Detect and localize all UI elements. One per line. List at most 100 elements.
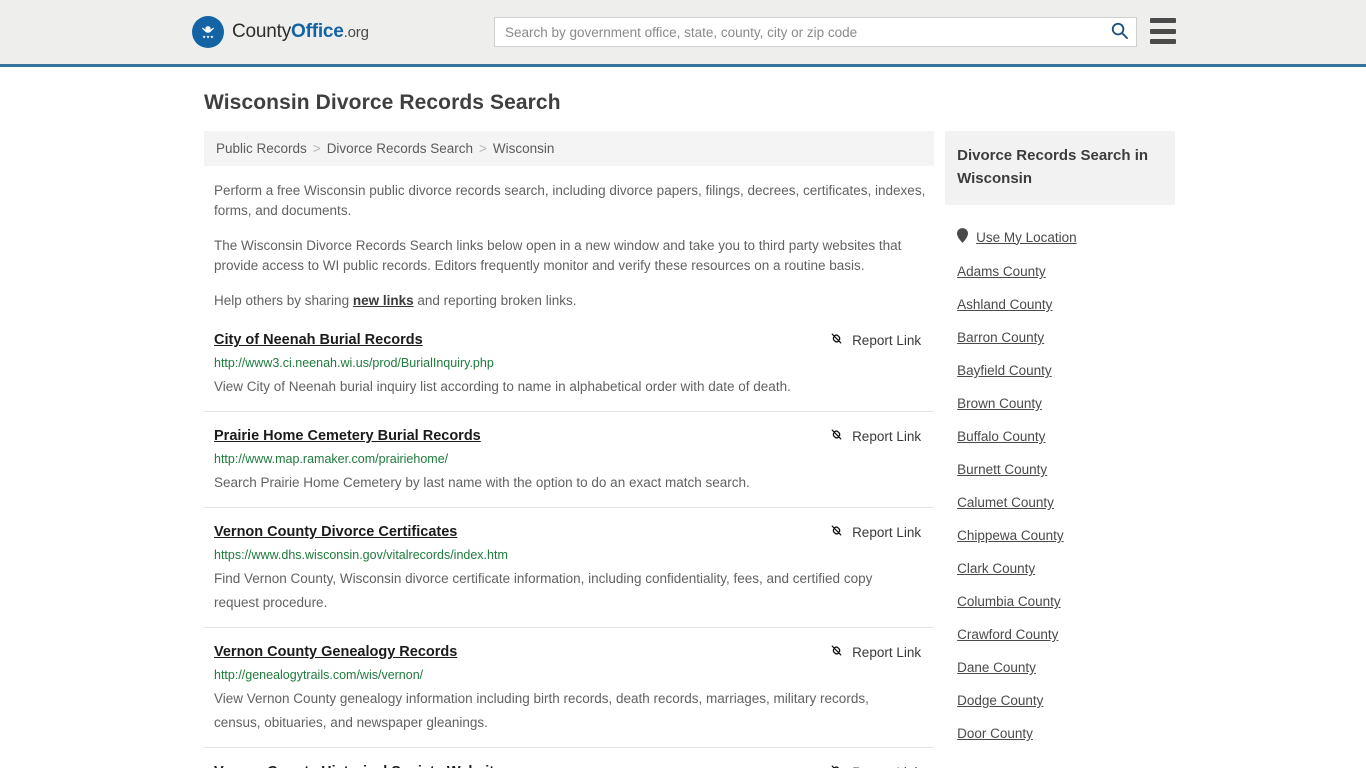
breadcrumb-item-public-records[interactable]: Public Records [216, 141, 307, 156]
sidebar-item-county[interactable]: Brown County [945, 387, 1175, 420]
sidebar-item-county[interactable]: Dodge County [945, 684, 1175, 717]
result-url[interactable]: http://www3.ci.neenah.wi.us/prod/BurialI… [214, 355, 934, 372]
county-link[interactable]: Buffalo County [957, 429, 1045, 444]
use-my-location-link[interactable]: Use My Location [976, 230, 1077, 245]
intro-text: Perform a free Wisconsin public divorce … [204, 181, 934, 311]
result-item: Vernon County Historical Society Website [204, 748, 934, 768]
sidebar-item-county[interactable]: Clark County [945, 552, 1175, 585]
county-link[interactable]: Door County [957, 726, 1033, 741]
result-title-link[interactable]: City of Neenah Burial Records [214, 330, 423, 350]
county-link[interactable]: Dodge County [957, 693, 1043, 708]
result-description: Find Vernon County, Wisconsin divorce ce… [214, 571, 873, 610]
intro-paragraph-1: Perform a free Wisconsin public divorce … [214, 183, 926, 218]
report-link-button[interactable]: Report Link [829, 523, 921, 541]
county-link[interactable]: Clark County [957, 561, 1035, 576]
new-links-link[interactable]: new links [353, 293, 414, 308]
result-description: View City of Neenah burial inquiry list … [214, 379, 791, 394]
result-url[interactable]: http://genealogytrails.com/wis/vernon/ [214, 667, 934, 684]
report-link-button[interactable]: Report Link [829, 331, 921, 349]
result-url[interactable]: http://www.map.ramaker.com/prairiehome/ [214, 451, 934, 468]
report-link-button[interactable]: Report Link [829, 427, 921, 445]
brand-office: Office [291, 21, 344, 42]
result-header: Vernon County Historical Society Website [214, 762, 934, 768]
hamburger-menu-button[interactable] [1150, 18, 1176, 44]
sidebar-item-use-my-location[interactable]: Use My Location [945, 219, 1175, 255]
brand-org: .org [343, 24, 369, 41]
result-header: Vernon County Divorce Certificates Repor… [214, 522, 934, 542]
sidebar-item-county[interactable]: Columbia County [945, 585, 1175, 618]
county-link[interactable]: Brown County [957, 396, 1042, 411]
report-link-label: Report Link [852, 524, 922, 540]
sidebar-item-county[interactable]: Adams County [945, 255, 1175, 288]
sidebar-item-county[interactable]: Bayfield County [945, 354, 1175, 387]
result-item: Vernon County Divorce Certificates Repor… [204, 508, 935, 628]
broken-link-icon [829, 427, 844, 445]
result-url[interactable]: https://www.dhs.wisconsin.gov/vitalrecor… [214, 547, 934, 564]
page-title: Wisconsin Divorce Records Search [204, 91, 561, 114]
hamburger-menu-icon-bar [1150, 28, 1176, 34]
sidebar-item-county[interactable]: Chippewa County [945, 519, 1175, 552]
county-link[interactable]: Barron County [957, 330, 1044, 345]
search-button[interactable] [1102, 18, 1136, 46]
sidebar-item-county[interactable]: Buffalo County [945, 420, 1175, 453]
report-link-label: Report Link [852, 428, 922, 444]
sidebar: Divorce Records Search in Wisconsin Use … [945, 131, 1175, 768]
broken-link-icon [829, 523, 844, 541]
site-logo[interactable]: CountyOffice.org [192, 16, 369, 48]
search-icon [1110, 21, 1129, 43]
main-content: Public Records > Divorce Records Search … [204, 131, 935, 768]
county-link[interactable]: Bayfield County [957, 363, 1052, 378]
broken-link-icon [829, 763, 844, 768]
result-description: View Vernon County genealogy information… [214, 691, 869, 730]
hamburger-menu-icon-bar [1150, 18, 1176, 23]
sidebar-item-county[interactable]: Dane County [945, 651, 1175, 684]
broken-link-icon [829, 331, 844, 349]
breadcrumb-separator: > [479, 141, 487, 156]
county-link[interactable]: Dane County [957, 660, 1036, 675]
sidebar-heading: Divorce Records Search in Wisconsin [945, 131, 1175, 205]
county-link[interactable]: Calumet County [957, 495, 1054, 510]
hamburger-menu-icon-bar [1150, 39, 1176, 44]
breadcrumb: Public Records > Divorce Records Search … [204, 131, 935, 166]
report-link-button[interactable]: Report Link [829, 643, 921, 661]
breadcrumb-item-divorce-records-search[interactable]: Divorce Records Search [327, 141, 473, 156]
report-link-label: Report Link [852, 765, 921, 768]
result-description: Search Prairie Home Cemetery by last nam… [214, 475, 750, 490]
intro-p3-before: Help others by sharing [214, 293, 353, 308]
sidebar-item-county[interactable]: Door County [945, 717, 1175, 750]
sidebar-item-county[interactable]: Burnett County [945, 453, 1175, 486]
county-link[interactable]: Adams County [957, 264, 1046, 279]
county-link[interactable]: Chippewa County [957, 528, 1064, 543]
result-header: Prairie Home Cemetery Burial Records Rep… [214, 426, 934, 446]
sidebar-item-county[interactable]: Crawford County [945, 618, 1175, 651]
result-title-link[interactable]: Vernon County Historical Society Website [214, 762, 502, 768]
result-title-link[interactable]: Prairie Home Cemetery Burial Records [214, 426, 481, 446]
brand-county: County [232, 21, 292, 42]
intro-paragraph-2: The Wisconsin Divorce Records Search lin… [214, 238, 902, 273]
result-header: Vernon County Genealogy Records Report L… [214, 642, 934, 662]
report-link-button[interactable]: Report Link [829, 763, 921, 768]
result-item: Vernon County Genealogy Records Report L… [204, 628, 935, 748]
site-header: CountyOffice.org [0, 0, 1366, 67]
result-title-link[interactable]: Vernon County Genealogy Records [214, 642, 457, 662]
sidebar-county-list: Use My Location Adams County Ashland Cou… [945, 219, 1175, 750]
county-link[interactable]: Burnett County [957, 462, 1047, 477]
sidebar-item-county[interactable]: Ashland County [945, 288, 1175, 321]
county-link[interactable]: Columbia County [957, 594, 1061, 609]
search-input[interactable] [495, 18, 1102, 46]
breadcrumb-item-wisconsin: Wisconsin [492, 141, 555, 156]
sidebar-item-county[interactable]: Calumet County [945, 486, 1175, 519]
sidebar-item-county[interactable]: Barron County [945, 321, 1175, 354]
report-link-label: Report Link [852, 644, 922, 660]
result-title-link[interactable]: Vernon County Divorce Certificates [214, 522, 457, 542]
result-item: City of Neenah Burial Records Report Lin… [204, 330, 935, 412]
county-link[interactable]: Crawford County [957, 627, 1058, 642]
intro-p3-after: and reporting broken links. [413, 293, 577, 308]
result-header: City of Neenah Burial Records Report Lin… [214, 330, 934, 350]
county-link[interactable]: Ashland County [957, 297, 1052, 312]
map-pin-icon [957, 228, 969, 246]
intro-paragraph-3: Help others by sharing new links and rep… [214, 291, 929, 311]
broken-link-icon [829, 643, 844, 661]
breadcrumb-separator: > [312, 141, 321, 156]
site-logo-text: CountyOffice.org [232, 21, 369, 43]
